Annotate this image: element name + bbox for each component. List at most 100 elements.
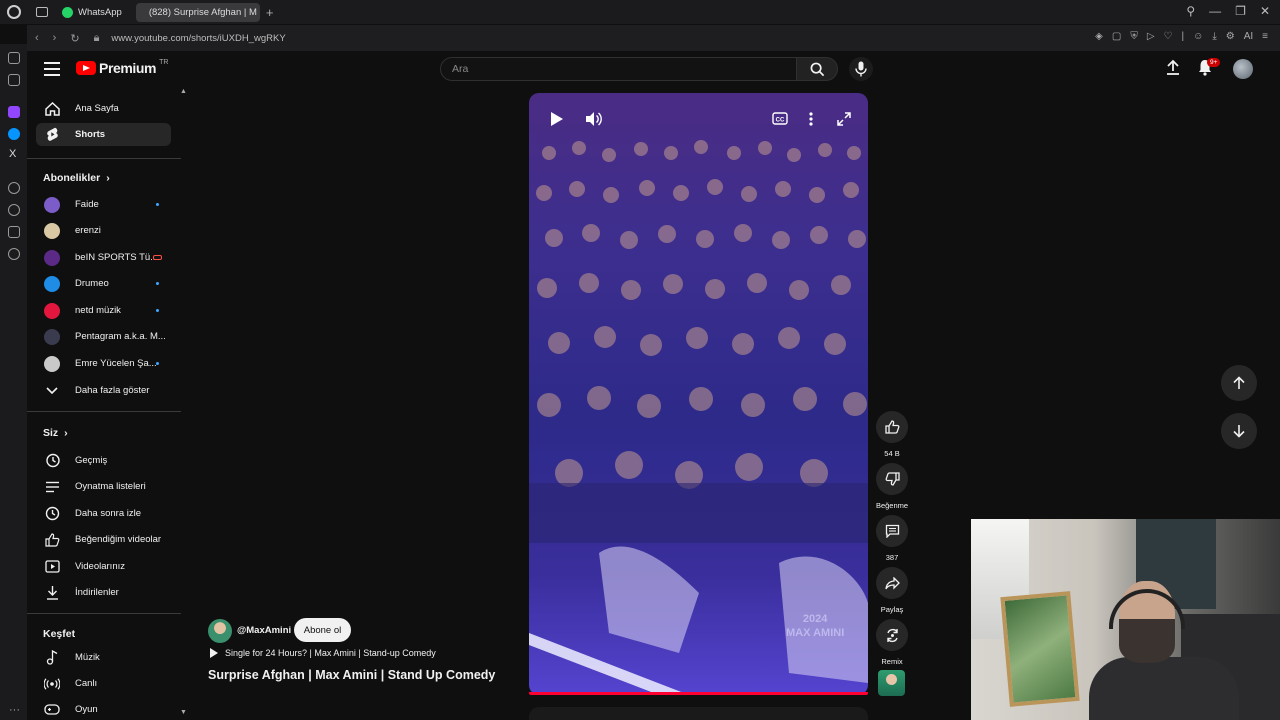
- guide-item-watch-later[interactable]: Daha sonra izle: [36, 502, 171, 525]
- subscribe-button[interactable]: Abone ol: [294, 618, 351, 642]
- search-button[interactable]: [796, 57, 838, 81]
- guide-item-home[interactable]: Ana Sayfa: [36, 97, 171, 120]
- guide-item-gaming[interactable]: Oyun: [36, 698, 171, 720]
- send-icon[interactable]: ▷: [1147, 31, 1155, 42]
- menu-icon[interactable]: ≡: [1262, 31, 1268, 42]
- snapshot-icon[interactable]: ▢: [1112, 31, 1121, 42]
- settings-icon[interactable]: [8, 248, 20, 260]
- forward-button[interactable]: ›: [53, 32, 57, 45]
- comments-button[interactable]: 387: [875, 515, 909, 562]
- window-controls: ⚲ — ❐ ✕: [1186, 4, 1270, 18]
- pin-icon[interactable]: ◈: [1095, 31, 1103, 42]
- more-icon[interactable]: ···: [9, 704, 20, 716]
- channel-avatar: [44, 222, 60, 239]
- logo-country: TR: [159, 58, 169, 66]
- new-tab-button[interactable]: +: [266, 5, 274, 20]
- subscription-item[interactable]: Faide: [36, 193, 171, 216]
- guide-item-downloads[interactable]: İndirilenler: [36, 581, 171, 604]
- history-icon[interactable]: [8, 204, 20, 216]
- subscription-item[interactable]: beIN SPORTS Tü...: [36, 246, 171, 269]
- guide-item-music[interactable]: Müzik: [36, 646, 171, 669]
- you-header[interactable]: Siz ›: [43, 427, 68, 439]
- painting: [1000, 591, 1080, 707]
- search-tabs-icon[interactable]: ⚲: [1186, 4, 1195, 18]
- shorts-video-player[interactable]: CC: [529, 93, 868, 695]
- messenger-icon[interactable]: [8, 128, 20, 140]
- search-input[interactable]: Ara: [440, 57, 797, 81]
- next-short-button[interactable]: [1221, 413, 1257, 449]
- related-video-link[interactable]: Single for 24 Hours? | Max Amini | Stand…: [210, 648, 436, 658]
- dislike-button[interactable]: Beğenme: [875, 463, 909, 510]
- remix-button[interactable]: Remix: [875, 619, 909, 666]
- guide-item-live[interactable]: Canlı: [36, 672, 171, 695]
- x-icon[interactable]: X: [9, 148, 21, 160]
- show-more-button[interactable]: Daha fazla göster: [36, 379, 171, 402]
- subscription-item[interactable]: erenzi: [36, 219, 171, 242]
- guide-item-your-videos[interactable]: Videolarınız: [36, 555, 171, 578]
- guide-item-label: Videolarınız: [75, 561, 125, 572]
- music-icon: [44, 650, 60, 666]
- chevron-right-icon: ›: [64, 427, 68, 439]
- more-options-icon[interactable]: [809, 112, 813, 126]
- subscription-item[interactable]: netd müzik: [36, 299, 171, 322]
- play-icon: [210, 648, 218, 658]
- account-avatar[interactable]: [1233, 59, 1253, 79]
- share-button[interactable]: Paylaş: [875, 567, 909, 614]
- account-icon[interactable]: ☺: [1193, 31, 1203, 42]
- url-field[interactable]: www.youtube.com/shorts/iUXDH_wgRKY: [111, 33, 285, 44]
- captions-icon[interactable]: CC: [772, 112, 788, 125]
- guide-item-playlists[interactable]: Oynatma listeleri: [36, 475, 171, 498]
- subscription-item[interactable]: Emre Yücelen Şa...: [36, 352, 171, 375]
- ai-button[interactable]: AI: [1244, 31, 1253, 42]
- pinboard-icon[interactable]: [8, 226, 20, 238]
- guide-item-liked[interactable]: Beğendiğim videolar: [36, 528, 171, 551]
- tab-youtube[interactable]: (828) Surprise Afghan | M: [135, 2, 260, 22]
- scroll-up-arrow[interactable]: ▲: [180, 88, 187, 95]
- twitch-icon[interactable]: [8, 106, 20, 118]
- playlists-icon: [44, 479, 60, 495]
- heart-icon[interactable]: ♡: [1164, 31, 1173, 42]
- voice-search-button[interactable]: [849, 57, 873, 81]
- comment-icon: [885, 524, 899, 538]
- opera-menu-icon[interactable]: [7, 5, 21, 19]
- workspace-icon[interactable]: [8, 52, 20, 64]
- maximize-button[interactable]: ❐: [1235, 4, 1246, 18]
- guide-item-shorts[interactable]: Shorts: [36, 123, 171, 146]
- like-button[interactable]: 54 B: [875, 411, 909, 458]
- tab-whatsapp[interactable]: WhatsApp: [54, 3, 130, 22]
- subscription-item[interactable]: Drumeo: [36, 272, 171, 295]
- previous-short-button[interactable]: [1221, 365, 1257, 401]
- channel-avatar[interactable]: [208, 619, 232, 643]
- volume-icon[interactable]: [585, 111, 602, 127]
- fullscreen-icon[interactable]: [837, 112, 851, 126]
- guide-menu-button[interactable]: [44, 62, 60, 76]
- reload-button[interactable]: ↻: [70, 32, 79, 45]
- video-progress-bar[interactable]: [529, 692, 868, 695]
- headset-icon: [1109, 589, 1185, 629]
- player-icon[interactable]: [8, 182, 20, 194]
- shield-icon[interactable]: ⛨: [1130, 31, 1138, 42]
- subscriptions-header[interactable]: Abonelikler ›: [43, 172, 110, 184]
- divider: [27, 613, 181, 614]
- scroll-down-arrow[interactable]: ▼: [180, 709, 187, 716]
- youtube-logo[interactable]: Premium TR: [76, 58, 169, 76]
- guide-item-label: Ana Sayfa: [75, 103, 119, 114]
- back-button[interactable]: ‹: [35, 32, 39, 45]
- guide-item-history[interactable]: Geçmiş: [36, 449, 171, 472]
- subscription-item[interactable]: Pentagram a.k.a. M...: [36, 325, 171, 348]
- live-indicator-icon: [153, 255, 162, 260]
- channel-avatar: [44, 355, 60, 372]
- easy-setup-icon[interactable]: ⚙: [1226, 31, 1235, 42]
- close-window-button[interactable]: ✕: [1260, 4, 1270, 18]
- tab-islands-icon[interactable]: [36, 7, 48, 17]
- audio-source-thumbnail[interactable]: [878, 670, 905, 696]
- gmail-icon[interactable]: [8, 74, 20, 86]
- upload-icon[interactable]: [1166, 59, 1180, 75]
- download-icon[interactable]: ⤓: [1212, 31, 1216, 42]
- nav-buttons: ‹ › ↻ 🔒︎: [35, 32, 99, 45]
- new-content-dot: [156, 282, 159, 285]
- minimize-button[interactable]: —: [1209, 4, 1221, 18]
- play-icon[interactable]: [550, 111, 564, 127]
- guide-item-label: Daha sonra izle: [75, 508, 142, 519]
- channel-name[interactable]: @MaxAmini: [237, 625, 291, 636]
